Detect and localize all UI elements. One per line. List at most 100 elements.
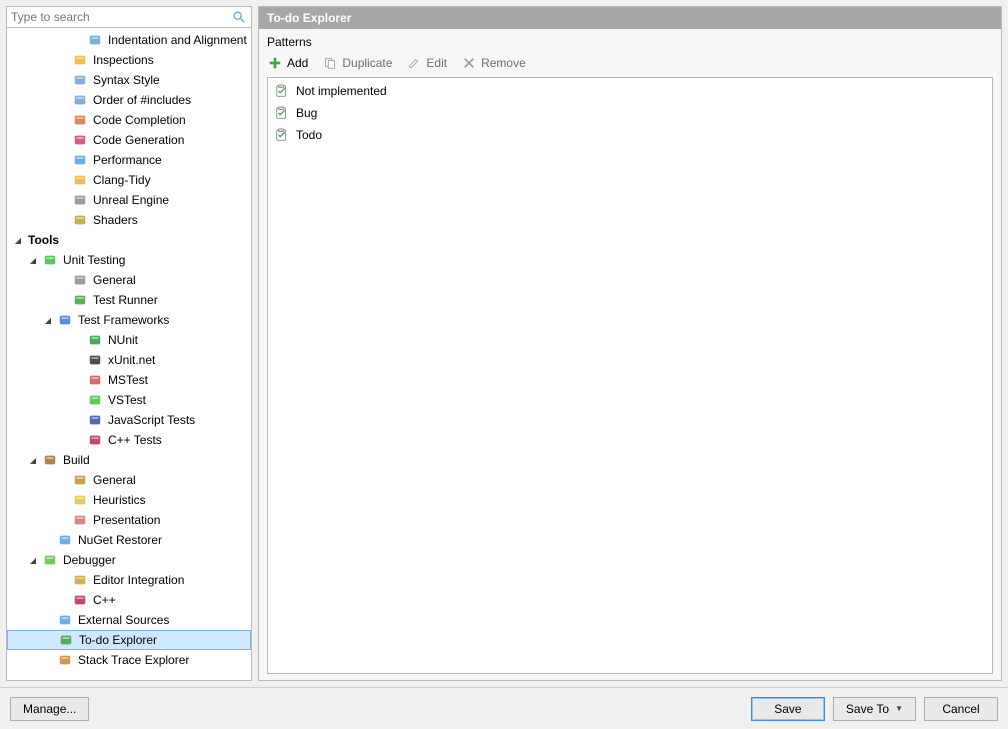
tree-item-label: Build xyxy=(62,453,90,467)
tree-item[interactable]: MSTest xyxy=(7,370,251,390)
tree-item-label: Presentation xyxy=(92,513,160,527)
tree-item[interactable]: Order of #includes xyxy=(7,90,251,110)
pattern-label: Bug xyxy=(296,106,317,120)
tree-item-icon xyxy=(57,612,73,628)
tree-item-label: Code Completion xyxy=(92,113,186,127)
tree-item-icon xyxy=(72,212,88,228)
tree-item[interactable]: General xyxy=(7,470,251,490)
tree-expander-spacer xyxy=(58,495,68,505)
tree-item[interactable]: Performance xyxy=(7,150,251,170)
tree-item[interactable]: Editor Integration xyxy=(7,570,251,590)
patterns-list[interactable]: Not implemented Bug Todo xyxy=(267,77,993,674)
search-input[interactable] xyxy=(11,10,231,24)
tree-item-icon xyxy=(42,452,58,468)
left-column: Indentation and AlignmentInspectionsSynt… xyxy=(6,6,252,681)
tree-item-label: To-do Explorer xyxy=(78,633,157,647)
tree-expander-spacer xyxy=(43,615,53,625)
tree-item[interactable]: Unreal Engine xyxy=(7,190,251,210)
tree-expander-spacer xyxy=(73,355,83,365)
tree-item-label: NuGet Restorer xyxy=(77,533,162,547)
tree-item-label: Code Generation xyxy=(92,133,184,147)
add-button[interactable]: Add xyxy=(267,55,308,71)
tree-item[interactable]: VSTest xyxy=(7,390,251,410)
tree-item[interactable]: ◢Unit Testing xyxy=(7,250,251,270)
tree-item[interactable]: Stack Trace Explorer xyxy=(7,650,251,670)
tree-expander-spacer xyxy=(58,515,68,525)
tree-expander-icon[interactable]: ◢ xyxy=(28,455,38,465)
remove-label: Remove xyxy=(481,56,526,70)
tree-item[interactable]: C++ Tests xyxy=(7,430,251,450)
tree-item-icon xyxy=(87,332,103,348)
search-box[interactable] xyxy=(6,6,252,28)
tree-item-label: Heuristics xyxy=(92,493,146,507)
tree-item[interactable]: xUnit.net xyxy=(7,350,251,370)
tree-expander-spacer xyxy=(58,75,68,85)
tree-item[interactable]: General xyxy=(7,270,251,290)
tree-item-label: External Sources xyxy=(77,613,169,627)
tree-item-icon xyxy=(87,432,103,448)
tree-item[interactable]: Presentation xyxy=(7,510,251,530)
tree-item[interactable]: ◢Test Frameworks xyxy=(7,310,251,330)
tree-item-icon xyxy=(72,472,88,488)
tree-expander-spacer xyxy=(58,595,68,605)
tree-expander-spacer xyxy=(58,275,68,285)
settings-tree-scroll[interactable]: Indentation and AlignmentInspectionsSynt… xyxy=(7,28,251,680)
tree-item-icon xyxy=(72,292,88,308)
tree-item[interactable]: Code Generation xyxy=(7,130,251,150)
tree-item-icon xyxy=(87,32,103,48)
tree-item-icon xyxy=(72,512,88,528)
chevron-down-icon: ▼ xyxy=(895,704,903,713)
tree-item[interactable]: NuGet Restorer xyxy=(7,530,251,550)
tree-item[interactable]: C++ xyxy=(7,590,251,610)
duplicate-label: Duplicate xyxy=(342,56,392,70)
tree-expander-icon[interactable]: ◢ xyxy=(43,315,53,325)
tree-item-icon xyxy=(72,492,88,508)
tree-item[interactable]: JavaScript Tests xyxy=(7,410,251,430)
tree-expander-spacer xyxy=(73,35,83,45)
edit-button[interactable]: Edit xyxy=(406,55,447,71)
tree-item-icon xyxy=(42,252,58,268)
tree-expander-spacer xyxy=(58,135,68,145)
tree-item-label: xUnit.net xyxy=(107,353,155,367)
tree-item[interactable]: ◢Tools xyxy=(7,230,251,250)
tree-expander-icon[interactable]: ◢ xyxy=(28,555,38,565)
remove-button[interactable]: Remove xyxy=(461,55,526,71)
tree-expander-spacer xyxy=(43,655,53,665)
search-icon[interactable] xyxy=(231,9,247,25)
tree-item[interactable]: Indentation and Alignment xyxy=(7,30,251,50)
tree-item[interactable]: Code Completion xyxy=(7,110,251,130)
tree-item[interactable]: Syntax Style xyxy=(7,70,251,90)
tree-expander-icon[interactable]: ◢ xyxy=(28,255,38,265)
pattern-item[interactable]: Todo xyxy=(270,124,990,146)
tree-item[interactable]: Inspections xyxy=(7,50,251,70)
tree-item[interactable]: External Sources xyxy=(7,610,251,630)
tree-expander-spacer xyxy=(58,155,68,165)
tree-item[interactable]: ◢ Build xyxy=(7,450,251,470)
tree-item-label: Clang-Tidy xyxy=(92,173,151,187)
tree-item-icon xyxy=(58,632,74,648)
tree-item[interactable]: Shaders xyxy=(7,210,251,230)
tree-expander-icon[interactable]: ◢ xyxy=(13,235,23,245)
duplicate-button[interactable]: Duplicate xyxy=(322,55,392,71)
tree-item-label: C++ xyxy=(92,593,116,607)
tree-item[interactable]: Test Runner xyxy=(7,290,251,310)
remove-icon xyxy=(461,55,477,71)
save-button[interactable]: Save xyxy=(751,697,825,721)
tree-item-label: Performance xyxy=(92,153,162,167)
pattern-item[interactable]: Not implemented xyxy=(270,80,990,102)
tree-expander-spacer xyxy=(73,435,83,445)
patterns-toolbar: Add Duplicate Edit xyxy=(267,53,993,77)
tree-item[interactable]: ◢Debugger xyxy=(7,550,251,570)
tree-item-icon xyxy=(72,592,88,608)
tree-item[interactable]: Clang-Tidy xyxy=(7,170,251,190)
tree-item-label: NUnit xyxy=(107,333,138,347)
save-to-button[interactable]: Save To ▼ xyxy=(833,697,916,721)
tree-item-icon xyxy=(87,412,103,428)
tree-item[interactable]: Heuristics xyxy=(7,490,251,510)
pattern-item[interactable]: Bug xyxy=(270,102,990,124)
manage-button[interactable]: Manage... xyxy=(10,697,89,721)
cancel-button[interactable]: Cancel xyxy=(924,697,998,721)
save-to-label: Save To xyxy=(846,702,889,716)
tree-item[interactable]: To-do Explorer xyxy=(7,630,251,650)
tree-item[interactable]: NUnit xyxy=(7,330,251,350)
